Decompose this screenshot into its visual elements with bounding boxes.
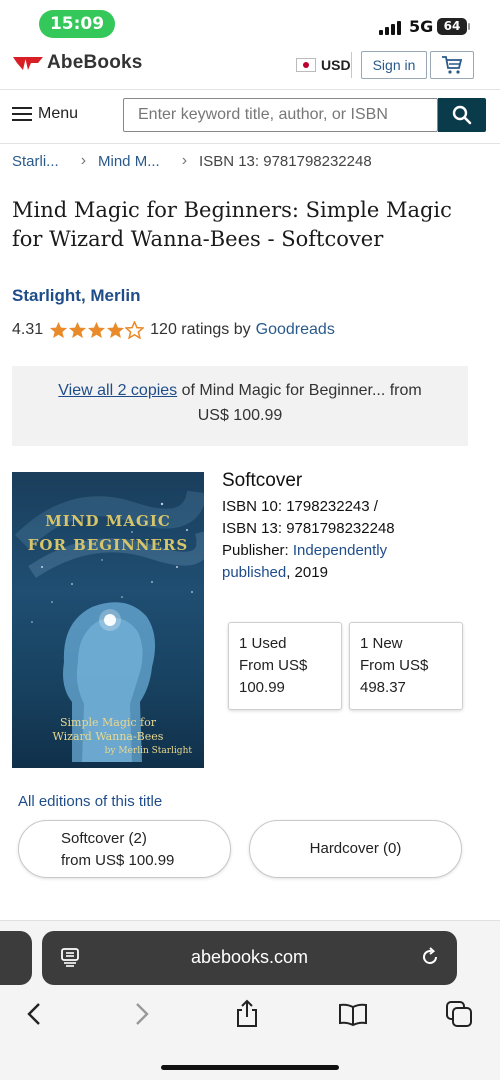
softcover-edition-label: Softcover (2) — [61, 830, 147, 847]
star-full-icon — [69, 321, 87, 339]
offer-price: 100.99 — [239, 679, 285, 696]
offer-price: 498.37 — [360, 679, 406, 696]
forward-button[interactable] — [122, 996, 162, 1032]
used-offer-card[interactable]: 1 Used From US$ 100.99 — [228, 622, 342, 710]
new-offer-card[interactable]: 1 New From US$ 498.37 — [349, 622, 463, 710]
star-full-icon — [107, 321, 125, 339]
menu-label: Menu — [38, 105, 79, 122]
battery-nub — [468, 23, 470, 30]
cellular-signal-icon — [379, 21, 403, 35]
chevron-right-icon: › — [181, 152, 188, 169]
all-editions-link[interactable]: All editions of this title — [18, 793, 162, 810]
publish-year: , 2019 — [286, 564, 328, 581]
network-type: 5G — [409, 17, 434, 36]
cart-button[interactable] — [430, 51, 474, 79]
search-input[interactable]: Enter keyword title, author, or ISBN — [123, 98, 438, 132]
currency-label: USD — [321, 57, 351, 73]
publisher-line: Publisher: Independently — [222, 542, 387, 559]
logo-book-icon — [13, 57, 43, 70]
hardcover-edition-label: Hardcover (0) — [309, 840, 402, 857]
rating-value: 4.31 — [12, 321, 44, 338]
chevron-left-icon — [27, 1003, 40, 1025]
copies-description: of Mind Magic for Beginner... from — [177, 382, 422, 399]
abebooks-logo[interactable]: AbeBooks — [12, 52, 143, 74]
publisher-link[interactable]: Independently — [293, 542, 387, 559]
breadcrumb-isbn: ISBN 13: 9781798232248 — [199, 152, 372, 170]
cover-subtitle-line2: Wizard Wanna-Bees — [52, 730, 164, 743]
status-bar: 15:09 5G 64 — [0, 0, 500, 46]
home-indicator — [161, 1065, 339, 1070]
book-open-icon — [339, 1003, 367, 1026]
rating-stars — [49, 321, 145, 339]
address-bar[interactable]: abebooks.com — [42, 931, 457, 985]
publisher-link-cont[interactable]: published — [222, 564, 286, 581]
softcover-edition-button[interactable]: Softcover (2) from US$ 100.99 — [18, 820, 231, 878]
site-header: AbeBooks USD Sign in — [0, 46, 500, 90]
japan-flag-icon — [296, 58, 316, 72]
binding-type: Softcover — [222, 470, 303, 491]
share-button[interactable] — [227, 996, 267, 1032]
logo-text: AbeBooks — [47, 52, 143, 73]
ratings-count: 120 ratings by — [150, 321, 251, 338]
breadcrumb-author[interactable]: Starli... — [12, 153, 59, 170]
softcover-edition-price: from US$ 100.99 — [61, 852, 175, 869]
search-button[interactable] — [438, 98, 486, 132]
status-time: 15:09 — [39, 10, 115, 38]
cover-title-line2: FOR BEGINNERS — [27, 536, 189, 554]
star-full-icon — [50, 321, 68, 339]
offer-from: From US$ — [360, 657, 429, 674]
star-full-icon — [88, 321, 106, 339]
offer-count: 1 New — [360, 635, 403, 652]
previous-tab-edge[interactable] — [0, 931, 32, 985]
view-all-copies-link[interactable]: View all 2 copies — [58, 382, 177, 399]
copies-price: US$ 100.99 — [197, 407, 283, 424]
book-title: Mind Magic for Beginners: Simple Magic f… — [12, 198, 452, 251]
tabs-icon — [446, 1001, 472, 1027]
search-bar-row: Menu Enter keyword title, author, or ISB… — [0, 90, 500, 144]
reload-icon[interactable] — [419, 946, 441, 972]
tabs-button[interactable] — [439, 996, 479, 1032]
copies-summary: View all 2 copies of Mind Magic for Begi… — [12, 366, 468, 446]
book-cover-image[interactable]: MIND MAGIC FOR BEGINNERS Simple Magic fo… — [12, 472, 204, 768]
star-empty-icon — [125, 321, 145, 339]
isbn-10: ISBN 10: 1798232243 / — [222, 498, 378, 515]
url-text: abebooks.com — [190, 947, 309, 967]
breadcrumb: Starli... › Mind M... › ISBN 13: 9781798… — [12, 150, 492, 172]
cart-icon — [442, 56, 463, 74]
sign-in-button[interactable]: Sign in — [361, 51, 427, 79]
back-button[interactable] — [14, 996, 54, 1032]
publisher-label: Publisher: — [222, 542, 293, 559]
publisher-line2: published, 2019 — [222, 564, 328, 581]
share-icon — [237, 999, 257, 1027]
offer-from: From US$ — [239, 657, 308, 674]
search-icon — [452, 105, 472, 125]
isbn-13: ISBN 13: 9781798232248 — [222, 520, 395, 537]
hardcover-edition-button[interactable]: Hardcover (0) — [249, 820, 462, 878]
offer-count: 1 Used — [239, 635, 287, 652]
menu-button[interactable]: Menu — [12, 105, 78, 123]
currency-selector[interactable]: USD — [292, 52, 352, 78]
goodreads-link[interactable]: Goodreads — [256, 321, 335, 339]
rating-row: 4.31 120 ratings by Goodreads — [12, 321, 335, 339]
book-author[interactable]: Starlight, Merlin — [12, 286, 140, 306]
battery-icon: 64 — [437, 18, 467, 35]
chevron-right-icon: › — [80, 152, 87, 169]
hamburger-icon — [12, 107, 32, 121]
breadcrumb-title[interactable]: Mind M... — [98, 153, 160, 170]
cover-subtitle-line1: Simple Magic for — [59, 716, 157, 729]
bookmarks-button[interactable] — [333, 996, 373, 1032]
cover-title-line1: MIND MAGIC — [45, 512, 171, 530]
chevron-right-icon — [136, 1003, 149, 1025]
cover-author: by Merlin Starlight — [104, 746, 192, 756]
